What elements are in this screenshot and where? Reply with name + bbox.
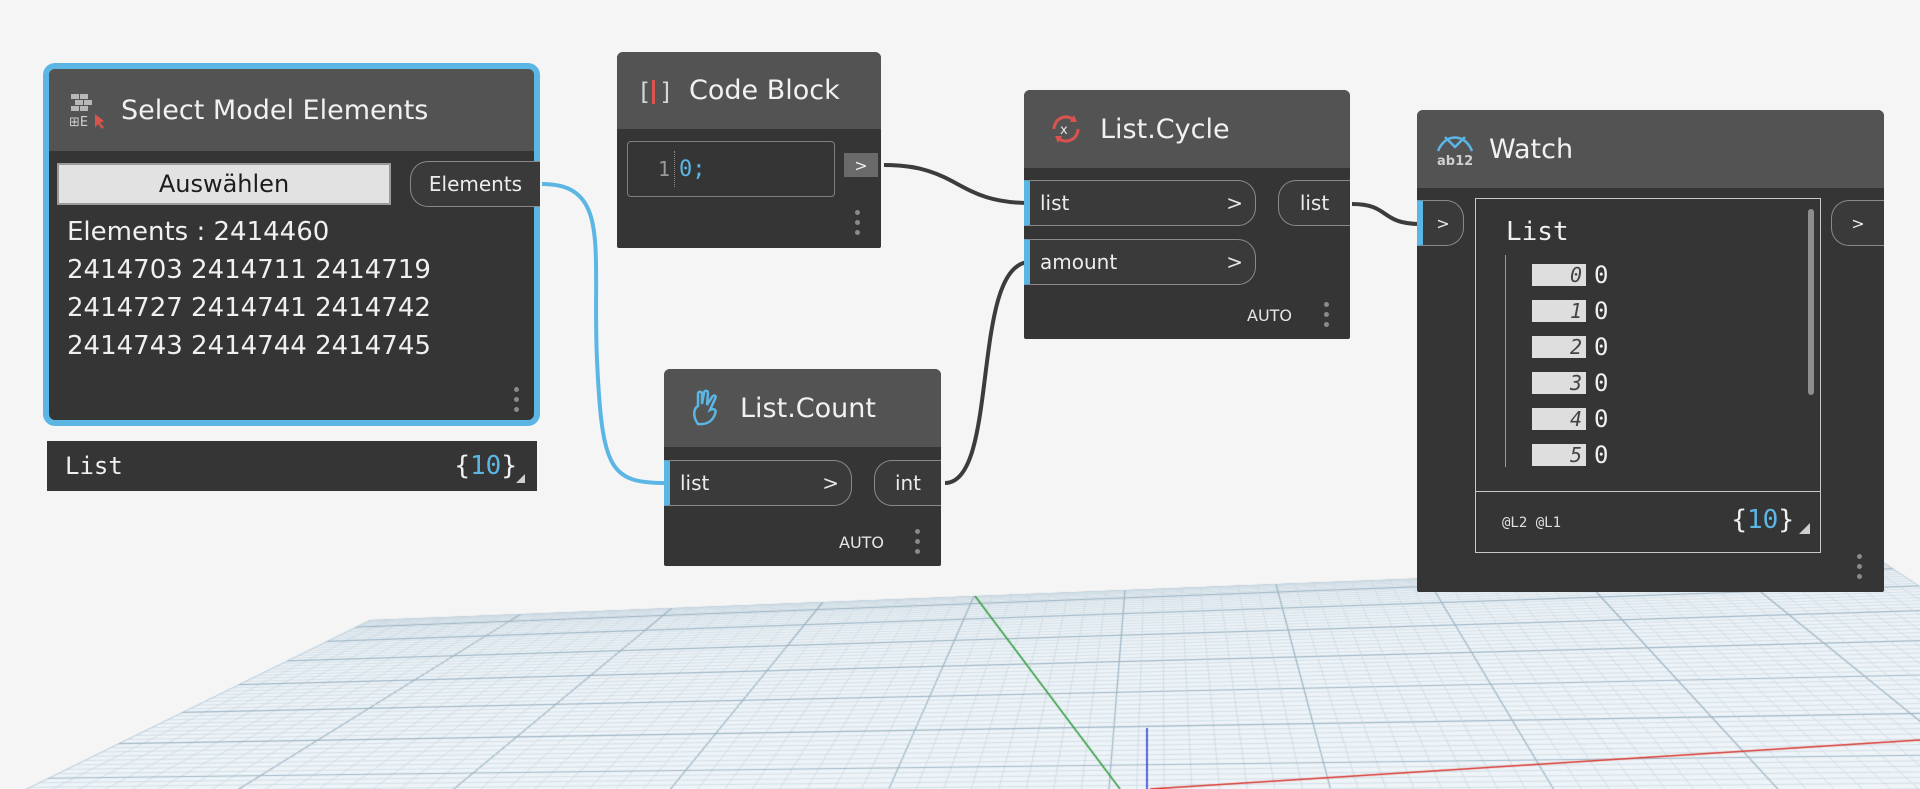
input-port-watch[interactable]: > xyxy=(1417,200,1464,246)
watch-tree-view[interactable]: List 0 0 1 0 2 0 3 0 4 0 5 0 @L2 @L1 {10… xyxy=(1475,198,1821,553)
node-title: List.Cycle xyxy=(1100,113,1230,145)
node-title: Watch xyxy=(1489,133,1574,165)
item-value: 0 xyxy=(1594,405,1609,433)
code-text: 0; xyxy=(679,156,706,182)
list-item: 5 0 xyxy=(1532,437,1782,466)
list-item: 3 0 xyxy=(1532,365,1782,401)
watch-items: 0 0 1 0 2 0 3 0 4 0 5 0 xyxy=(1532,257,1782,466)
output-port-code[interactable]: > xyxy=(844,153,878,177)
node-title: Code Block xyxy=(689,75,840,106)
item-value: 0 xyxy=(1594,369,1609,397)
node-menu-dots[interactable] xyxy=(514,387,520,417)
selection-result-text: Elements : 2414460 2414703 2414711 24147… xyxy=(67,213,431,365)
node-title: Select Model Elements xyxy=(121,94,429,126)
port-chevron-icon: > xyxy=(1226,250,1243,274)
watch-icon: ab12 xyxy=(1435,129,1475,169)
svg-text:ab12: ab12 xyxy=(1437,154,1473,169)
select-button-label: Auswählen xyxy=(158,170,290,198)
line-separator xyxy=(674,151,676,187)
item-value: 0 xyxy=(1594,297,1609,325)
watch-list-label: List xyxy=(1506,217,1569,247)
item-value: 0 xyxy=(1594,333,1609,361)
node-menu-dots[interactable] xyxy=(915,529,921,559)
result-line: 2414703 2414711 2414719 xyxy=(67,255,431,285)
node-header[interactable]: [ ] Code Block xyxy=(617,52,881,129)
list-cycle-node[interactable]: x List.Cycle list > amount > list AUTO xyxy=(1024,90,1350,339)
select-button[interactable]: Auswählen xyxy=(57,163,391,205)
list-cycle-icon: x xyxy=(1046,109,1086,149)
node-menu-dots[interactable] xyxy=(1857,554,1863,584)
code-editor[interactable]: 1 0; xyxy=(627,141,835,197)
node-menu-dots[interactable] xyxy=(1324,302,1330,332)
watch-footer-divider xyxy=(1476,491,1820,492)
input-port-list[interactable]: list > xyxy=(664,460,852,506)
list-item: 1 0 xyxy=(1532,293,1782,329)
preview-label: List xyxy=(65,452,123,480)
item-index: 3 xyxy=(1532,372,1586,394)
lacing-label[interactable]: AUTO xyxy=(1247,306,1292,325)
port-chevron-icon: > xyxy=(822,471,839,495)
item-index: 0 xyxy=(1532,264,1586,286)
output-port-watch[interactable]: > xyxy=(1831,200,1884,246)
list-count-icon xyxy=(686,388,726,428)
svg-text:[: [ xyxy=(637,78,651,106)
output-port-int[interactable]: int xyxy=(874,460,941,506)
select-model-elements-node[interactable]: ⊞E Select Model Elements Auswählen Eleme… xyxy=(43,63,540,426)
output-port-elements[interactable]: Elements xyxy=(410,161,540,207)
watch-scrollbar[interactable] xyxy=(1808,209,1814,395)
port-chevron-icon: > xyxy=(1226,191,1243,215)
svg-text:⊞E: ⊞E xyxy=(69,115,88,130)
result-line: 2414743 2414744 2414745 xyxy=(67,331,431,361)
node-header[interactable]: ab12 Watch xyxy=(1417,110,1884,188)
item-index: 1 xyxy=(1532,300,1586,322)
code-block-node[interactable]: [ ] Code Block 1 0; > xyxy=(617,52,881,248)
select-model-elements-icon: ⊞E xyxy=(67,90,107,130)
resize-corner-icon[interactable] xyxy=(1799,523,1810,534)
item-index: 5 xyxy=(1532,444,1586,466)
list-item: 4 0 xyxy=(1532,401,1782,437)
list-item: 2 0 xyxy=(1532,329,1782,365)
result-line: 2414727 2414741 2414742 xyxy=(67,293,431,323)
list-item: 0 0 xyxy=(1532,257,1782,293)
item-value: 0 xyxy=(1594,261,1609,289)
list-levels: @L2 @L1 xyxy=(1502,515,1562,531)
preview-count: {10} xyxy=(454,451,517,481)
input-port-list[interactable]: list > xyxy=(1024,180,1256,226)
item-index: 4 xyxy=(1532,408,1586,430)
preview-bubble[interactable]: List {10} xyxy=(47,441,537,491)
input-port-amount[interactable]: amount > xyxy=(1024,239,1256,285)
watch-count: {10} xyxy=(1731,505,1794,535)
lacing-label[interactable]: AUTO xyxy=(839,533,884,552)
svg-text:x: x xyxy=(1060,123,1068,138)
node-header[interactable]: ⊞E Select Model Elements xyxy=(49,69,534,151)
output-port-list[interactable]: list xyxy=(1278,180,1350,226)
item-index: 2 xyxy=(1532,336,1586,358)
line-number: 1 xyxy=(658,157,671,181)
node-menu-dots[interactable] xyxy=(855,210,861,240)
tree-guide-line xyxy=(1505,255,1506,467)
watch-node[interactable]: ab12 Watch > > List 0 0 1 0 2 0 3 0 4 0 … xyxy=(1417,110,1884,592)
item-value: 0 xyxy=(1594,441,1609,466)
list-count-node[interactable]: List.Count list > int AUTO xyxy=(664,369,941,566)
code-block-icon: [ ] xyxy=(635,71,675,111)
node-header[interactable]: x List.Cycle xyxy=(1024,90,1350,168)
node-title: List.Count xyxy=(740,392,876,424)
result-line: Elements : 2414460 xyxy=(67,217,330,247)
svg-text:]: ] xyxy=(659,78,673,106)
node-header[interactable]: List.Count xyxy=(664,369,941,447)
expand-corner-icon[interactable] xyxy=(516,474,525,483)
